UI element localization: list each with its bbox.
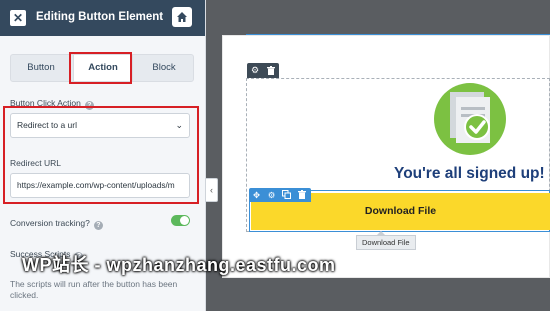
sidebar-header: ✕ Editing Button Element (0, 0, 205, 36)
section-toolbar: ⚙ (247, 63, 279, 78)
tab-button[interactable]: Button (11, 55, 71, 81)
success-scripts-helper: The scripts will run after the button ha… (10, 279, 178, 300)
tab-block[interactable]: Block (133, 55, 195, 81)
highlight-box-action-fields (3, 106, 199, 204)
highlight-box-action-tab (69, 52, 132, 84)
button-tooltip: Download File (356, 231, 416, 250)
success-document-icon (434, 83, 506, 155)
trash-icon[interactable] (294, 188, 309, 202)
element-toolbar: ✥ ⚙ (249, 188, 311, 202)
collapse-sidebar-button[interactable]: ‹ (205, 178, 218, 202)
signup-headline: You're all signed up! (394, 165, 545, 182)
conversion-tracking-toggle[interactable] (171, 215, 190, 226)
trash-icon[interactable] (263, 63, 279, 78)
sidebar-title: Editing Button Element (36, 11, 164, 23)
gear-icon[interactable]: ⚙ (247, 63, 263, 78)
gear-icon[interactable]: ⚙ (264, 188, 279, 202)
conversion-tracking-label: Conversion tracking?? (10, 218, 103, 230)
duplicate-icon[interactable] (279, 188, 294, 202)
close-icon[interactable]: ✕ (10, 10, 26, 26)
move-icon[interactable]: ✥ (249, 188, 264, 202)
home-icon[interactable] (172, 7, 192, 27)
row-outline (246, 34, 550, 35)
site-watermark: WP站长 - wpzhanzhang.eastfu.com (22, 255, 336, 275)
help-icon[interactable]: ? (93, 221, 103, 230)
